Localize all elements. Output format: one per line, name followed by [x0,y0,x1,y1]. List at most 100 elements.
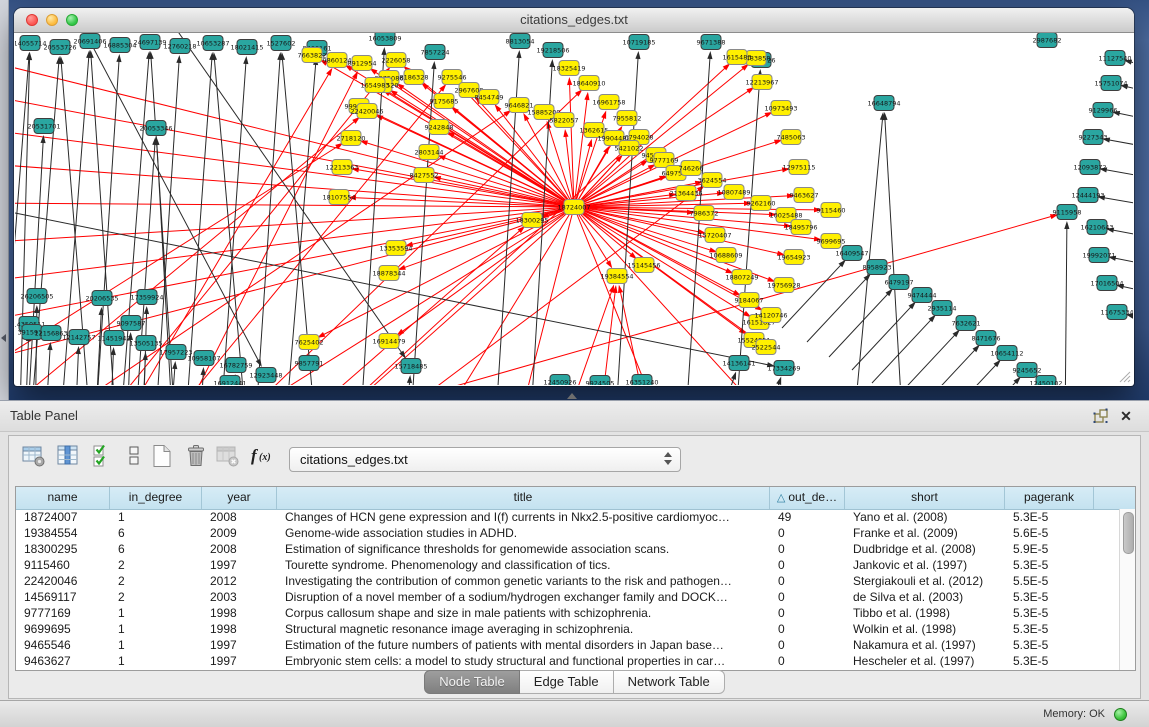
graph-node[interactable]: 19218506 [536,43,569,58]
graph-node[interactable]: 18640910 [572,76,605,91]
graph-node[interactable]: 19654923 [777,250,810,265]
graph-node[interactable]: 26206505 [20,289,53,304]
table-row[interactable]: 946362711997Embryonic stem cells: a mode… [16,653,1119,669]
graph-node[interactable]: 20053346 [139,121,172,136]
graph-node[interactable]: 2718120 [337,131,366,146]
graph-node[interactable]: 9262160 [747,196,776,211]
table-row[interactable]: 1938455462009Genome-wide association stu… [16,525,1119,541]
graph-node[interactable]: 18107554 [322,190,355,205]
graph-node[interactable]: 2522544 [752,340,781,355]
column-header-short[interactable]: short [845,487,1005,509]
vertical-scrollbar[interactable] [1119,509,1135,670]
graph-node[interactable]: 9175685 [430,94,459,109]
graph-node[interactable]: 16648794 [867,96,900,111]
graph-node[interactable]: 9924505 [586,376,615,386]
graph-node[interactable]: 14055714 [15,36,47,51]
table-row[interactable]: 946554611997Estimation of the future num… [16,637,1119,653]
graph-node[interactable]: 16914479 [372,334,405,349]
graph-node[interactable]: 9671388 [697,35,726,50]
graph-node[interactable]: 10688609 [709,248,742,263]
delete-column-button[interactable] [183,443,211,471]
graph-node[interactable]: 1654983 [361,78,390,93]
show-columns-button[interactable] [55,443,83,471]
window-titlebar[interactable]: citations_edges.txt [14,8,1134,33]
left-panel-divider[interactable] [0,0,9,400]
graph-node[interactable]: 3624554 [698,173,727,188]
network-graph[interactable]: 1405571420553726206914061688530424697139… [15,33,1133,385]
function-builder-button[interactable]: f (x) [249,443,277,471]
column-header-out_de[interactable]: △out_de… [770,487,845,509]
graph-node[interactable]: 12923448 [249,368,282,383]
graph-node[interactable]: 20691406 [73,34,106,49]
column-header-title[interactable]: title [277,487,770,509]
create-column-button[interactable] [149,443,177,471]
graph-node[interactable]: 11451942 [97,331,130,346]
graph-node[interactable]: 2987682 [1033,33,1062,48]
close-panel-icon[interactable]: ✕ [1117,406,1135,426]
graph-node[interactable]: 8958923 [863,260,892,275]
graph-node[interactable]: 8454749 [475,90,504,105]
graph-node[interactable]: 9129966 [1089,103,1118,118]
graph-node[interactable]: 7625402 [295,335,324,350]
table-selector-dropdown[interactable]: citations_edges.txt [289,447,681,472]
graph-node[interactable]: 16053809 [368,33,401,46]
graph-node[interactable]: 8471676 [972,331,1001,346]
tab-node-table[interactable]: Node Table [424,670,520,694]
column-header-name[interactable]: name [16,487,110,509]
graph-node[interactable]: 7485063 [777,130,806,145]
network-canvas[interactable]: 1405571420553726206914061688530424697139… [15,33,1133,385]
graph-node[interactable]: 9115958 [1053,205,1082,220]
graph-node[interactable]: 18325419 [552,61,585,76]
graph-node[interactable]: 13505135 [129,336,162,351]
graph-node[interactable]: 12213363 [325,160,358,175]
graph-node[interactable]: 17334269 [767,361,800,376]
graph-node[interactable]: 15751074 [1094,76,1127,91]
graph-node[interactable]: 2935114 [928,301,957,316]
graph-node[interactable]: 9242848 [425,120,454,135]
graph-node[interactable]: 9097587 [117,316,146,331]
graph-node[interactable]: 20553726 [43,40,76,55]
graph-node[interactable]: 16885304 [103,38,136,53]
graph-node[interactable]: 24697139 [133,35,166,50]
graph-node[interactable]: 9184067 [735,293,764,308]
resize-grip-icon[interactable] [1117,369,1131,383]
table-row[interactable]: 1872400712008Changes of HCN gene express… [16,509,1119,525]
graph-node[interactable]: 10654112 [990,346,1023,361]
column-header-pagerank[interactable]: pagerank [1005,487,1094,509]
select-attributes-button[interactable] [91,443,119,471]
graph-node[interactable]: 6479197 [885,275,914,290]
graph-node[interactable]: 1527602 [267,36,296,51]
graph-node[interactable]: 2226058 [382,53,411,68]
graph-node[interactable]: 9474444 [908,288,937,303]
graph-node[interactable]: 19384554 [600,269,633,284]
graph-node[interactable]: 9245652 [1013,363,1042,378]
graph-node[interactable]: 10807489 [717,185,750,200]
graph-node[interactable]: 17016504 [1090,276,1123,291]
graph-node[interactable]: 10653287 [196,36,229,51]
graph-node[interactable]: 2803144 [415,145,444,160]
table-row[interactable]: 2242004622012Investigating the contribut… [16,573,1119,589]
graph-node[interactable]: 7857224 [421,45,450,60]
graph-node[interactable]: 8186328 [400,70,429,85]
graph-node[interactable]: 18021415 [230,40,263,55]
row-height-button[interactable] [121,443,149,471]
graph-node[interactable]: 746266 [679,161,704,176]
panel-splitter-arrow-icon[interactable] [567,393,577,399]
tab-network-table[interactable]: Network Table [614,670,725,694]
graph-node[interactable]: 12213967 [745,75,778,90]
graph-node[interactable]: 7632621 [952,316,981,331]
column-header-year[interactable]: year [202,487,277,509]
graph-node[interactable]: 10719185 [622,35,655,50]
graph-node[interactable]: 1615483 [723,50,752,65]
table-row[interactable]: 977716911998Corpus callosum shape and si… [16,605,1119,621]
graph-node[interactable]: 5421022 [615,141,644,156]
graph-node[interactable]: 14136141 [722,356,755,371]
graph-node[interactable]: 9227343 [1079,130,1108,145]
table-row[interactable]: 911546021997Tourette syndrome. Phenomeno… [16,557,1119,573]
graph-node[interactable]: 9115460 [817,203,846,218]
graph-node[interactable]: 5822057 [550,113,579,128]
table-row[interactable]: 1830029562008Estimation of significance … [16,541,1119,557]
graph-node[interactable]: 20531701 [27,119,60,134]
collapse-left-arrow-icon[interactable] [1,334,6,342]
graph-node[interactable]: 11127540 [1098,51,1131,66]
